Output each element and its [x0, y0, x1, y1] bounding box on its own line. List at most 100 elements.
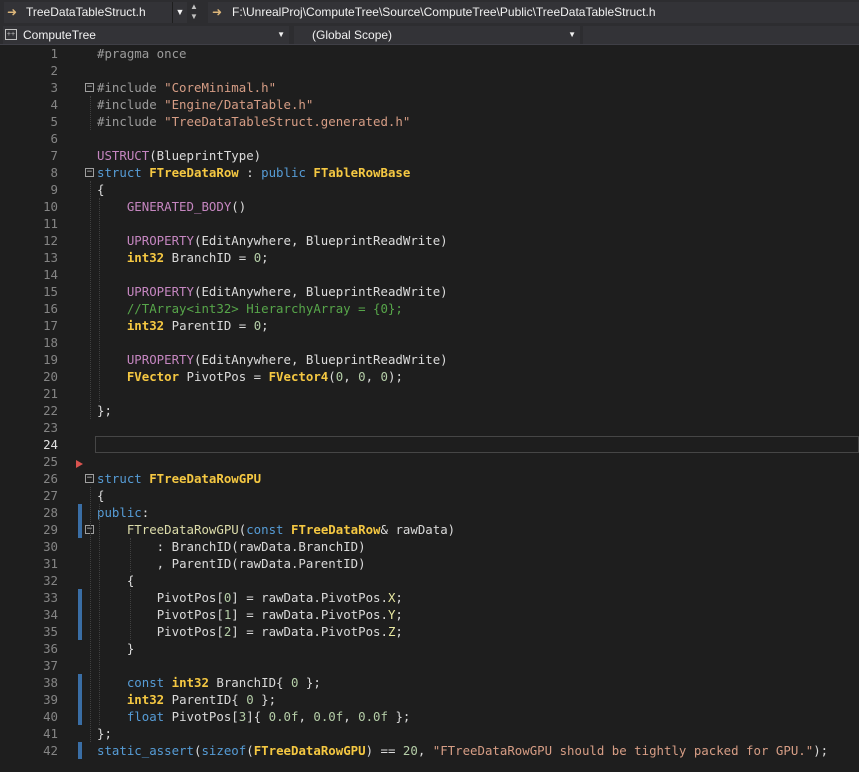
line-number: 34: [43, 607, 58, 622]
code-line[interactable]: 31 , ParentID(rawData.ParentID): [0, 555, 859, 572]
line-number: 13: [43, 250, 58, 265]
code-line[interactable]: 19 UPROPERTY(EditAnywhere, BlueprintRead…: [0, 351, 859, 368]
code-token: static_assert: [97, 743, 194, 758]
line-number: 7: [50, 148, 58, 163]
code-line[interactable]: 23: [0, 419, 859, 436]
code-line[interactable]: 37: [0, 657, 859, 674]
line-number: 3: [50, 80, 58, 95]
code-line[interactable]: 36 }: [0, 640, 859, 657]
code-line[interactable]: 5 #include "TreeDataTableStruct.generated…: [0, 113, 859, 130]
project-dropdown[interactable]: ++ ComputeTree ▼: [3, 26, 289, 44]
code-token: FTreeDataRowGPU: [126, 522, 239, 537]
scope-dropdown[interactable]: (Global Scope) ▼: [294, 26, 580, 44]
code-text: PivotPos[0] = rawData.PivotPos.X;: [97, 589, 403, 606]
code-line[interactable]: 29− FTreeDataRowGPU(const FTreeDataRow& …: [0, 521, 859, 538]
code-line[interactable]: 3 − #include "CoreMinimal.h": [0, 79, 859, 96]
code-line[interactable]: 10 GENERATED_BODY(): [0, 198, 859, 215]
code-line[interactable]: 32 {: [0, 572, 859, 589]
code-token: ParentID(rawData.ParentID): [171, 556, 366, 571]
code-text: static_assert(sizeof(FTreeDataRowGPU) ==…: [97, 742, 828, 759]
code-token: PivotPos[: [156, 607, 224, 622]
code-token: };: [253, 692, 277, 707]
line-number: 39: [43, 692, 58, 707]
file-spinner-icon[interactable]: ▲ ▼: [188, 2, 200, 23]
code-line[interactable]: 27 {: [0, 487, 859, 504]
code-line[interactable]: 39 int32 ParentID{ 0 };: [0, 691, 859, 708]
code-line[interactable]: 35 PivotPos[2] = rawData.PivotPos.Z;: [0, 623, 859, 640]
code-line[interactable]: 18: [0, 334, 859, 351]
code-text: , ParentID(rawData.ParentID): [97, 555, 366, 572]
code-token: {: [97, 488, 105, 503]
code-line[interactable]: 30 : BranchID(rawData.BranchID): [0, 538, 859, 555]
code-line[interactable]: 42 static_assert(sizeof(FTreeDataRowGPU) …: [0, 742, 859, 759]
code-line[interactable]: 16 //TArray<int32> HierarchyArray = {0};: [0, 300, 859, 317]
code-line[interactable]: 12 UPROPERTY(EditAnywhere, BlueprintRead…: [0, 232, 859, 249]
code-line[interactable]: 26 − struct FTreeDataRowGPU: [0, 470, 859, 487]
code-line[interactable]: 15 UPROPERTY(EditAnywhere, BlueprintRead…: [0, 283, 859, 300]
line-number: 4: [50, 97, 58, 112]
code-line[interactable]: 38 const int32 BranchID{ 0 };: [0, 674, 859, 691]
code-line[interactable]: 11: [0, 215, 859, 232]
line-number: 16: [43, 301, 58, 316]
code-line[interactable]: 25: [0, 453, 859, 470]
line-number: 6: [50, 131, 58, 146]
indent-guide: [90, 487, 91, 742]
code-token: GENERATED_BODY: [126, 199, 232, 214]
code-token: const: [246, 522, 291, 537]
code-line[interactable]: 14: [0, 266, 859, 283]
code-token: #pragma once: [97, 46, 187, 61]
code-text: {: [97, 487, 104, 504]
code-line[interactable]: 9{: [0, 181, 859, 198]
code-line[interactable]: 33 PivotPos[0] = rawData.PivotPos.X;: [0, 589, 859, 606]
line-number: 5: [50, 114, 58, 129]
code-line[interactable]: 6: [0, 130, 859, 147]
code-line[interactable]: 40 float PivotPos[3]{ 0.0f, 0.0f, 0.0f }…: [0, 708, 859, 725]
code-line[interactable]: 4 #include "Engine/DataTable.h": [0, 96, 859, 113]
collapse-toggle-icon[interactable]: −: [85, 83, 94, 92]
code-token: ;: [395, 590, 403, 605]
code-token: PivotPos[: [171, 709, 239, 724]
code-token: BranchID =: [164, 250, 254, 265]
code-text: FTreeDataRowGPU(const FTreeDataRow& rawD…: [97, 521, 455, 538]
member-dropdown[interactable]: [583, 26, 859, 44]
line-number: 11: [43, 216, 58, 231]
code-line[interactable]: 7 USTRUCT(BlueprintType): [0, 147, 859, 164]
code-text: struct FTreeDataRow : public FTableRowBa…: [97, 164, 410, 181]
code-token: UPROPERTY: [126, 352, 194, 367]
code-token: BranchID(rawData.BranchID): [171, 539, 366, 554]
code-line[interactable]: 20 FVector PivotPos = FVector4(0, 0, 0);: [0, 368, 859, 385]
collapse-toggle-icon[interactable]: −: [85, 168, 94, 177]
code-line[interactable]: 24: [0, 436, 859, 453]
code-token: public: [97, 505, 142, 520]
code-line[interactable]: 28 public:: [0, 504, 859, 521]
code-editor[interactable]: 1 #pragma once 2 3− #include "CoreMinimal.h"…: [0, 45, 859, 772]
code-line[interactable]: 13 int32 BranchID = 0;: [0, 249, 859, 266]
code-text: PivotPos[1] = rawData.PivotPos.Y;: [97, 606, 403, 623]
code-line[interactable]: 41};: [0, 725, 859, 742]
code-token: {: [97, 573, 135, 588]
code-token: float: [126, 709, 172, 724]
code-line[interactable]: 8 − struct FTreeDataRow : public FTableRow…: [0, 164, 859, 181]
code-token: ;: [261, 250, 269, 265]
code-text: public:: [97, 504, 149, 521]
code-text: FVector PivotPos = FVector4(0, 0, 0);: [97, 368, 403, 385]
collapse-toggle-icon[interactable]: −: [85, 474, 94, 483]
code-token: FVector4: [268, 369, 329, 384]
code-line[interactable]: 34 PivotPos[1] = rawData.PivotPos.Y;: [0, 606, 859, 623]
change-indicator: [78, 521, 82, 538]
change-indicator: [78, 742, 82, 759]
code-token: #include: [97, 114, 165, 129]
file-tab-dropdown[interactable]: ➜ TreeDataTableStruct.h: [4, 2, 184, 23]
code-line[interactable]: 22};: [0, 402, 859, 419]
file-path-box[interactable]: ➜ F:\UnrealProj\ComputeTree\Source\Compu…: [208, 2, 859, 23]
line-number: 40: [43, 709, 58, 724]
code-token: (: [328, 369, 336, 384]
code-line[interactable]: 21: [0, 385, 859, 402]
code-line[interactable]: 17 int32 ParentID = 0;: [0, 317, 859, 334]
file-dropdown-chevron-icon[interactable]: ▼: [172, 2, 187, 23]
code-line[interactable]: 2: [0, 62, 859, 79]
code-line[interactable]: 1 #pragma once: [0, 45, 859, 62]
